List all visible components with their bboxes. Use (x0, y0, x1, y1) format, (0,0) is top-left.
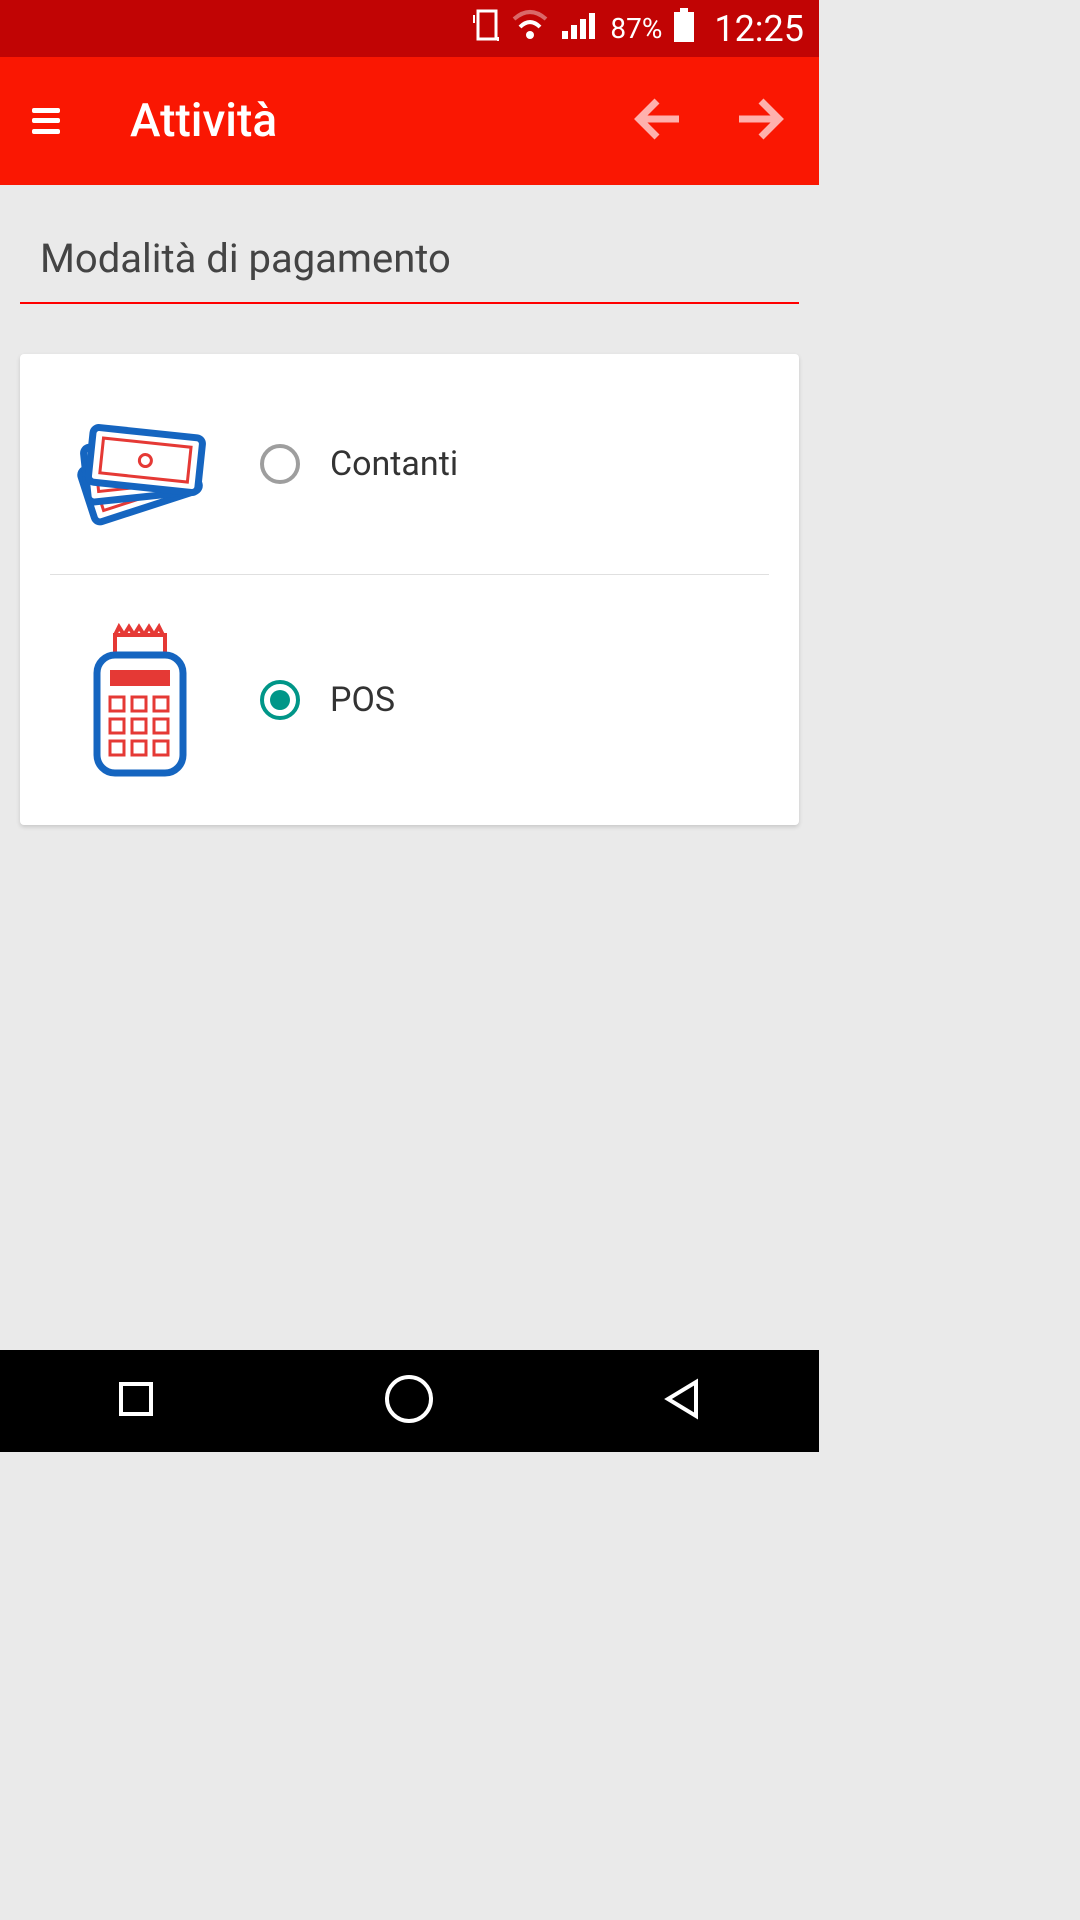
payment-options-card: Contanti (20, 354, 799, 825)
radio-cash[interactable] (260, 444, 300, 484)
home-button[interactable] (382, 1372, 436, 1430)
option-label-pos: POS (330, 680, 395, 720)
content-area: Modalità di pagamento (0, 185, 819, 865)
option-label-cash: Contanti (330, 444, 458, 484)
wifi-icon (510, 9, 550, 49)
back-button[interactable] (658, 1374, 708, 1428)
battery-icon (672, 6, 696, 52)
status-bar: 87% 12:25 (0, 0, 819, 57)
menu-icon[interactable] (30, 101, 70, 141)
app-bar: Attività (0, 57, 819, 185)
vibrate-icon (472, 7, 500, 51)
section-title: Modalità di pagamento (20, 225, 799, 304)
page-title: Attività (130, 94, 629, 148)
back-arrow-button[interactable] (629, 89, 689, 153)
cash-icon (50, 394, 230, 534)
payment-option-pos[interactable]: POS (50, 574, 769, 825)
recent-apps-button[interactable] (111, 1374, 161, 1428)
radio-pos[interactable] (260, 680, 300, 720)
pos-terminal-icon (50, 615, 230, 785)
forward-arrow-button[interactable] (729, 89, 789, 153)
battery-percentage: 87% (610, 12, 662, 45)
payment-option-cash[interactable]: Contanti (20, 354, 799, 574)
signal-icon (560, 9, 600, 49)
clock: 12:25 (714, 8, 804, 50)
system-nav-bar (0, 1350, 819, 1452)
